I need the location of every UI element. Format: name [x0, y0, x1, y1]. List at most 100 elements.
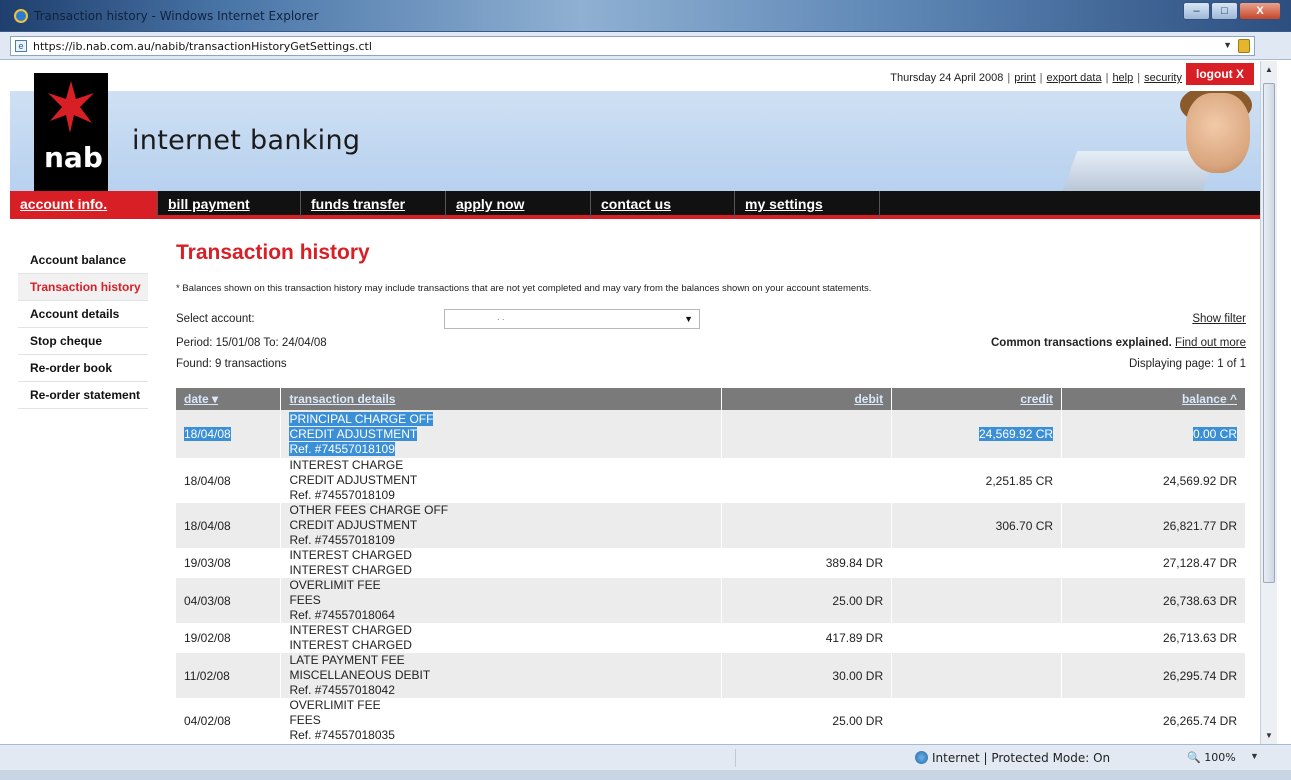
cell-balance: 26,821.77 DR [1061, 503, 1246, 548]
scroll-down-icon[interactable]: ▼ [1261, 727, 1277, 744]
cell-debit [721, 503, 893, 548]
detail-line: FEES [289, 713, 321, 727]
cell-date: 04/02/08 [176, 698, 282, 743]
column-header-balance[interactable]: balance ^ [1061, 388, 1246, 410]
brand-tagline: internet banking [132, 125, 361, 156]
column-header-date[interactable]: date ▾ [176, 388, 282, 410]
show-filter-link[interactable]: Show filter [1192, 313, 1246, 325]
cell-date: 19/03/08 [176, 548, 282, 578]
table-row[interactable]: 11/02/08 LATE PAYMENT FEE MISCELLANEOUS DE… [176, 653, 1246, 698]
scroll-up-icon[interactable]: ▲ [1261, 61, 1277, 78]
column-header-credit[interactable]: credit [891, 388, 1063, 410]
transaction-rows: 18/04/08 PRINCIPAL CHARGE OFF CREDIT ADJUS… [176, 410, 1246, 743]
page-icon: e [15, 40, 27, 52]
cell-details: LATE PAYMENT FEE MISCELLANEOUS DEBIT Ref. … [280, 653, 723, 698]
table-row[interactable]: 18/04/08 PRINCIPAL CHARGE OFF CREDIT ADJUS… [176, 410, 1246, 458]
select-account-label: Select account: [176, 313, 255, 325]
cell-debit: 25.00 DR [721, 698, 893, 743]
table-row[interactable]: 04/03/08 OVERLIMIT FEE FEES Ref. #745570180… [176, 578, 1246, 623]
address-field[interactable]: e https://ib.nab.com.au/nabib/transactio… [10, 36, 1255, 56]
status-bar: Internet | Protected Mode: On 🔍 100% ▼ [0, 744, 1291, 770]
address-dropdown-icon[interactable]: ▼ [1223, 40, 1232, 50]
nav-tab-account-info[interactable]: account info. [10, 191, 158, 219]
utility-links: Thursday 24 April 2008 | print | export … [890, 72, 1182, 84]
internet-explorer-icon [14, 9, 28, 23]
nav-tab-bill-payment[interactable]: bill payment [158, 191, 301, 219]
cell-date: 18/04/08 [176, 503, 282, 548]
cell-credit: 306.70 CR [891, 503, 1063, 548]
cell-details: INTEREST CHARGE CREDIT ADJUSTMENT Ref. #74… [280, 458, 723, 503]
cell-date: 11/02/08 [176, 653, 282, 698]
nav-tab-apply-now[interactable]: apply now [446, 191, 591, 219]
detail-line: LATE PAYMENT FEE [289, 653, 405, 667]
address-url[interactable]: https://ib.nab.com.au/nabib/transactionH… [33, 40, 372, 53]
detail-line: Ref. #74557018064 [289, 608, 395, 622]
nab-logo[interactable]: nab [34, 73, 108, 193]
cell-date: 04/03/08 [176, 578, 282, 623]
sort-up-icon: ^ [1229, 392, 1237, 406]
scroll-thumb[interactable] [1263, 83, 1275, 583]
cell-date: 18/04/08 [176, 458, 282, 503]
close-window-button[interactable]: X [1239, 2, 1281, 20]
security-zone[interactable]: Internet | Protected Mode: On [932, 751, 1110, 765]
detail-line: OTHER FEES CHARGE OFF [289, 503, 449, 517]
balance-disclaimer: * Balances shown on this transaction his… [176, 283, 872, 294]
table-row[interactable]: 18/04/08 OTHER FEES CHARGE OFF CREDIT ADJU… [176, 503, 1246, 548]
page-indicator: Displaying page: 1 of 1 [1129, 358, 1246, 370]
sort-down-icon: ▾ [212, 392, 219, 406]
select-account-dropdown[interactable]: . . ▼ [444, 309, 700, 329]
detail-line: INTEREST CHARGE [289, 458, 404, 472]
cell-debit: 25.00 DR [721, 578, 893, 623]
nav-tab-my-settings[interactable]: my settings [735, 191, 880, 219]
sidebar-item-reorder-book[interactable]: Re-order book [18, 355, 148, 382]
table-row[interactable]: 18/04/08 INTEREST CHARGE CREDIT ADJUSTMENT… [176, 458, 1246, 503]
find-out-more-link[interactable]: Find out more [1175, 337, 1246, 349]
help-link[interactable]: help [1112, 72, 1133, 84]
table-row[interactable]: 04/02/08 OVERLIMIT FEE FEES Ref. #745570180… [176, 698, 1246, 743]
table-row[interactable]: 19/02/08 INTEREST CHARGED INTEREST CHARGED… [176, 623, 1246, 653]
logout-button[interactable]: logout X [1186, 63, 1254, 85]
minimize-button[interactable]: – [1183, 2, 1210, 20]
select-account-value: . . [497, 312, 505, 322]
nav-tab-contact-us[interactable]: contact us [591, 191, 735, 219]
table-row[interactable]: 19/03/08 INTEREST CHARGED INTEREST CHARGED… [176, 548, 1246, 578]
nav-tab-funds-transfer[interactable]: funds transfer [301, 191, 446, 219]
cell-date: 19/02/08 [176, 623, 282, 653]
print-link[interactable]: print [1014, 72, 1035, 84]
column-header-debit[interactable]: debit [721, 388, 893, 410]
lock-icon[interactable] [1238, 39, 1250, 53]
cell-details: OTHER FEES CHARGE OFF CREDIT ADJUSTMENT Re… [280, 503, 723, 548]
window-controls: – □ X [1182, 2, 1281, 20]
detail-line: MISCELLANEOUS DEBIT [289, 668, 431, 682]
detail-line: INTEREST CHARGED [289, 623, 412, 637]
detail-line: OVERLIMIT FEE [289, 698, 381, 712]
sidebar-item-stop-cheque[interactable]: Stop cheque [18, 328, 148, 355]
detail-line: CREDIT ADJUSTMENT [289, 426, 418, 441]
side-menu: Account balance Transaction history Acco… [18, 247, 148, 409]
window-titlebar: Transaction history - Windows Internet E… [0, 0, 1291, 32]
cell-debit: 30.00 DR [721, 653, 893, 698]
security-link[interactable]: security [1144, 72, 1182, 84]
transaction-table: date ▾ transaction details debit credit … [176, 388, 1246, 743]
maximize-button[interactable]: □ [1211, 2, 1238, 20]
detail-line: Ref. #74557018035 [289, 728, 395, 742]
detail-line: CREDIT ADJUSTMENT [289, 473, 418, 487]
window-bottom-edge [0, 770, 1291, 780]
window-title: Transaction history - Windows Internet E… [34, 9, 319, 23]
vertical-scrollbar[interactable]: ▲ ▼ [1260, 61, 1277, 744]
sidebar-item-transaction-history[interactable]: Transaction history [18, 274, 148, 301]
cell-balance: 0.00 CR [1061, 410, 1246, 458]
logo-text: nab [44, 141, 103, 174]
column-header-details[interactable]: transaction details [280, 388, 723, 410]
detail-line: Ref. #74557018109 [289, 488, 395, 502]
zoom-level[interactable]: 🔍 100% [1187, 751, 1236, 764]
zoom-dropdown-icon[interactable]: ▼ [1250, 751, 1259, 761]
sidebar-item-reorder-statement[interactable]: Re-order statement [18, 382, 148, 409]
export-data-link[interactable]: export data [1047, 72, 1102, 84]
cell-credit [891, 653, 1063, 698]
detail-line: Ref. #74557018109 [289, 441, 395, 456]
common-transactions-note: Common transactions explained. Find out … [991, 337, 1246, 349]
sidebar-item-account-balance[interactable]: Account balance [18, 247, 148, 274]
page-title: Transaction history [176, 241, 370, 264]
sidebar-item-account-details[interactable]: Account details [18, 301, 148, 328]
